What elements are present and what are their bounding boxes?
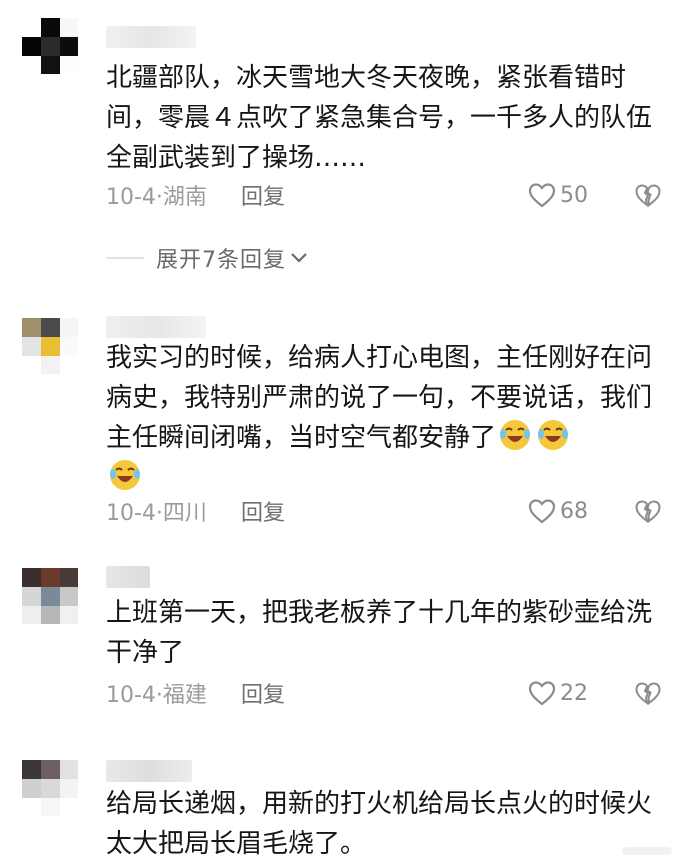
comment-text: 给局长递烟，用新的打火机给局长点火的时候火太大把局长眉毛烧了。 bbox=[106, 789, 653, 859]
comment-meta: 10-4·四川 回复 bbox=[106, 496, 285, 526]
laughing-crying-emoji bbox=[538, 420, 569, 450]
comment-text: 上班第一天，把我老板养了十几年的紫砂壶给洗干净了 bbox=[106, 598, 653, 668]
comment-text: 北疆部队，冰天雪地大冬天夜晚，紧张看错时间，零晨４点吹了紧急集合号，一千多人的队… bbox=[106, 63, 653, 173]
dislike-button[interactable] bbox=[635, 496, 661, 526]
heart-outline-icon bbox=[528, 183, 556, 208]
comment-text-body: 我实习的时候，给病人打心电图，主任刚好在问病史，我特别严肃的说了一句，不要说话，… bbox=[106, 343, 653, 453]
laughing-crying-emoji bbox=[500, 420, 531, 450]
avatar[interactable] bbox=[22, 568, 78, 624]
laughing-crying-emoji bbox=[110, 460, 140, 490]
expand-replies-button[interactable]: 展开7条回复 bbox=[106, 242, 308, 274]
like-count: 50 bbox=[560, 182, 588, 208]
username-blurred[interactable] bbox=[106, 316, 206, 338]
like-button[interactable]: 68 bbox=[528, 496, 588, 526]
expand-replies-label: 展开7条回复 bbox=[156, 248, 286, 273]
dislike-button[interactable] bbox=[635, 678, 661, 708]
dislike-button[interactable] bbox=[635, 180, 661, 210]
broken-heart-icon bbox=[635, 500, 661, 523]
broken-heart-icon bbox=[635, 682, 661, 705]
date-location: 10-4·福建 bbox=[106, 683, 207, 708]
date-location: 10-4·湖南 bbox=[106, 185, 207, 210]
chevron-down-icon bbox=[291, 253, 307, 263]
divider-line bbox=[106, 257, 144, 259]
reply-button[interactable]: 回复 bbox=[241, 677, 285, 709]
like-count: 68 bbox=[560, 498, 588, 524]
username-blurred[interactable] bbox=[106, 566, 150, 588]
reply-button[interactable]: 回复 bbox=[241, 179, 285, 211]
like-count: 22 bbox=[560, 680, 588, 706]
avatar[interactable] bbox=[22, 318, 78, 374]
reply-button[interactable]: 回复 bbox=[241, 495, 285, 527]
like-button[interactable]: 50 bbox=[528, 180, 588, 210]
like-button[interactable]: 22 bbox=[528, 678, 588, 708]
comment-meta: 10-4·福建 回复 bbox=[106, 678, 285, 708]
username-blurred[interactable] bbox=[106, 760, 192, 782]
heart-outline-icon bbox=[528, 681, 556, 706]
watermark-icon bbox=[622, 847, 672, 855]
comment-text: 我实习的时候，给病人打心电图，主任刚好在问病史，我特别严肃的说了一句，不要说话，… bbox=[106, 338, 666, 498]
avatar[interactable] bbox=[22, 760, 78, 816]
avatar[interactable] bbox=[22, 18, 78, 74]
comment-meta: 10-4·湖南 回复 bbox=[106, 180, 285, 210]
broken-heart-icon bbox=[635, 184, 661, 207]
username-blurred[interactable] bbox=[106, 26, 196, 48]
heart-outline-icon bbox=[528, 499, 556, 524]
date-location: 10-4·四川 bbox=[106, 501, 207, 526]
